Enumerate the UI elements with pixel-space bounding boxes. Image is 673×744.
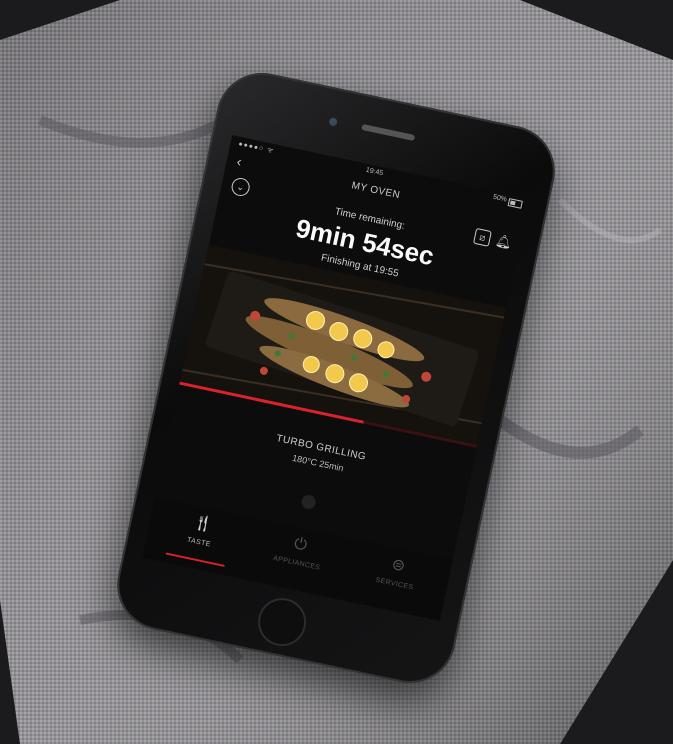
tab-services[interactable]: ⊜ SERVICES xyxy=(341,545,450,617)
front-camera-icon xyxy=(328,117,338,127)
tab-bar: 🍴︎ TASTE ⏻ APPLIANCES ⊜ SERVICES xyxy=(142,497,453,621)
tab-appliances[interactable]: ⏻ APPLIANCES xyxy=(243,524,352,596)
battery-percent: 50% xyxy=(492,193,508,204)
status-time: 19:45 xyxy=(365,166,384,178)
tab-taste[interactable]: 🍴︎ TASTE xyxy=(145,503,254,575)
phone-screen: ●●●●○ ᯤ 19:45 50% ‹ MY OVEN ⌄ ⧄ 🔔︎ Time … xyxy=(142,135,530,621)
page-indicator xyxy=(300,493,317,511)
photo: ●●●●○ ᯤ 19:45 50% ‹ MY OVEN ⌄ ⧄ 🔔︎ Time … xyxy=(0,0,673,744)
home-button[interactable] xyxy=(253,593,311,651)
battery-icon xyxy=(507,198,523,209)
speaker-grille xyxy=(361,123,416,142)
active-tab-indicator xyxy=(165,552,225,567)
